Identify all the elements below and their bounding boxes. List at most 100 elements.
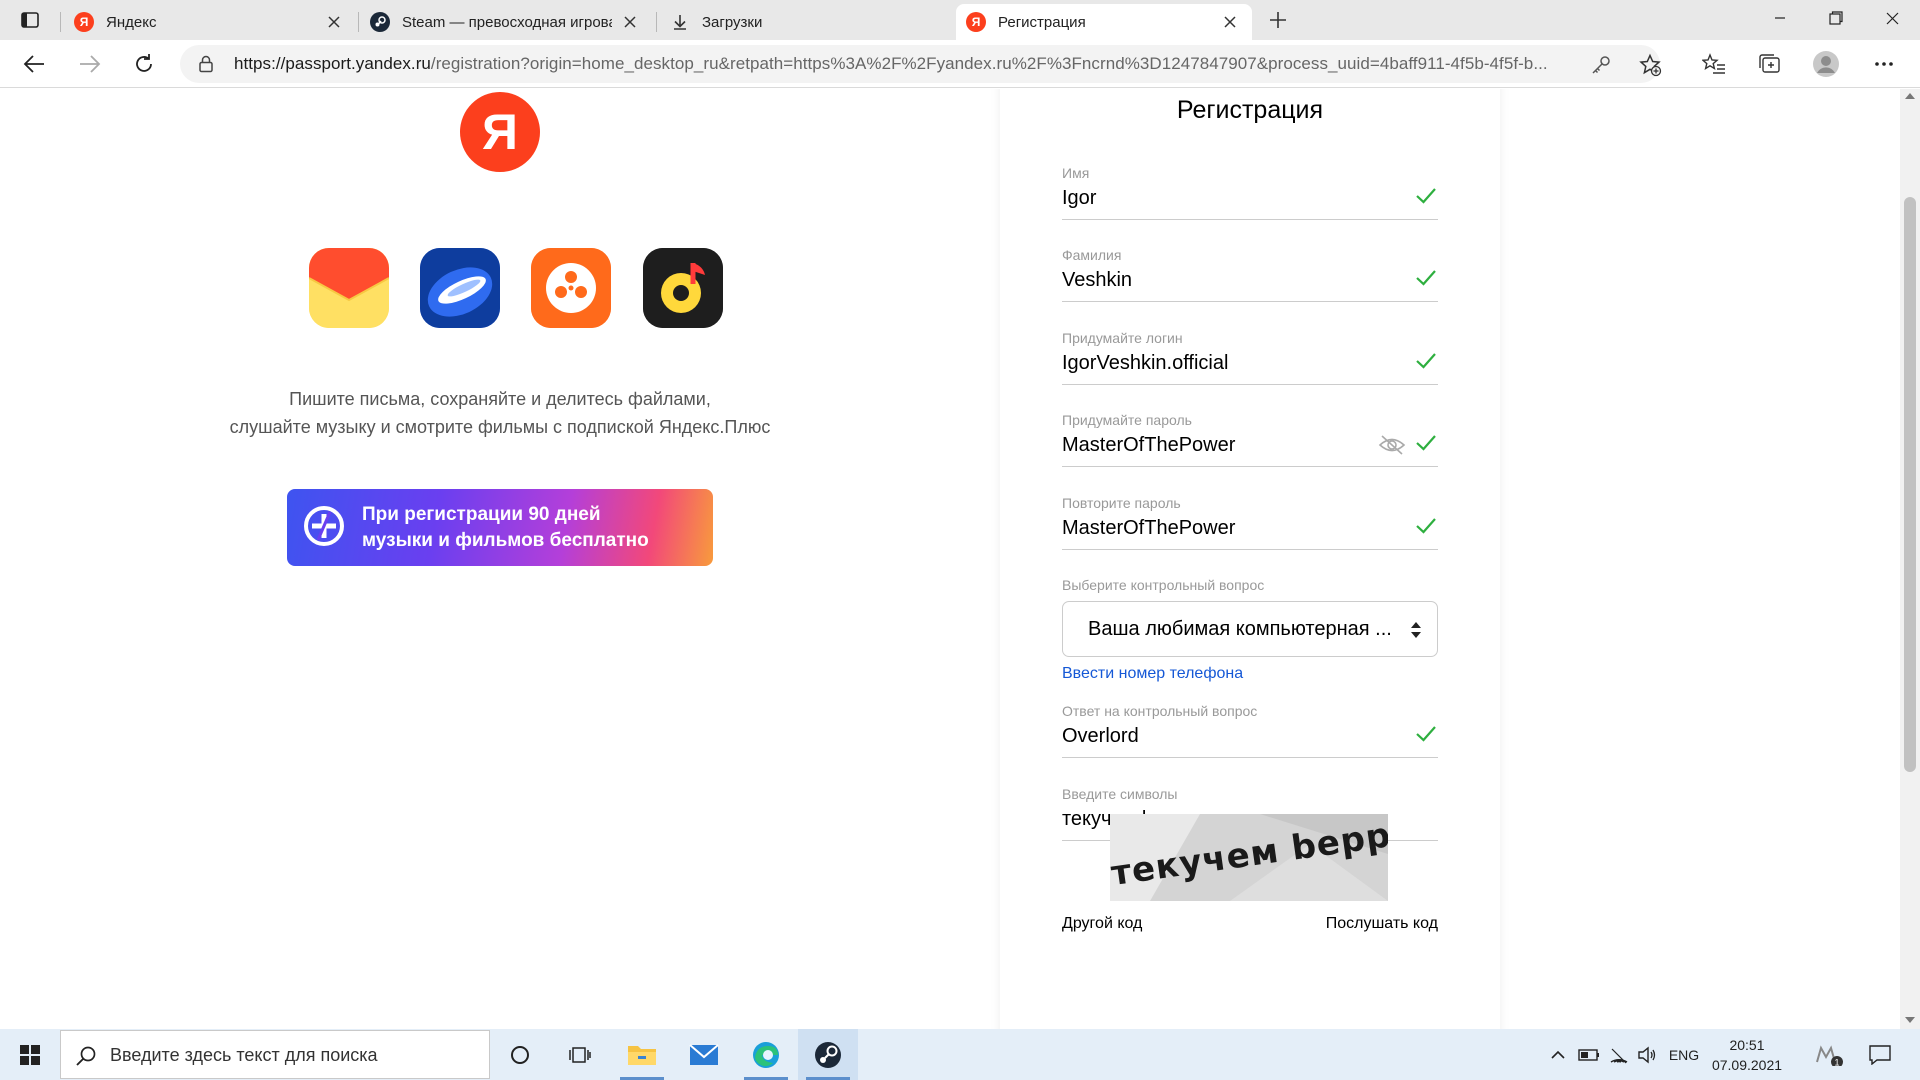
plus-banner-button[interactable]: При регистрации 90 дней музыки и фильмов… bbox=[287, 489, 713, 566]
tab-downloads[interactable]: Загрузки bbox=[660, 4, 952, 40]
scroll-up-icon[interactable] bbox=[1905, 93, 1915, 99]
password-input[interactable]: MasterOfThePower bbox=[1062, 434, 1235, 457]
clock-time: 20:51 bbox=[1729, 1037, 1765, 1053]
mail-button[interactable] bbox=[674, 1029, 734, 1080]
promo-line-1: Пишите письма, сохраняйте и делитесь фай… bbox=[289, 389, 711, 409]
tab-separator bbox=[358, 12, 359, 32]
scroll-thumb[interactable] bbox=[1904, 197, 1916, 772]
address-bar[interactable]: https://passport.yandex.ru/registration?… bbox=[180, 45, 1662, 83]
steam-icon bbox=[370, 12, 390, 32]
valid-check-icon bbox=[1416, 353, 1436, 369]
login-input[interactable]: IgorVeshkin.official bbox=[1062, 352, 1228, 375]
steam-button[interactable] bbox=[798, 1029, 858, 1080]
security-answer-input[interactable]: Overlord bbox=[1062, 725, 1139, 748]
lock-icon[interactable] bbox=[196, 54, 216, 74]
add-favorite-icon[interactable] bbox=[1638, 53, 1662, 77]
cortana-icon bbox=[511, 1045, 529, 1064]
security-question-select[interactable]: Ваша любимая компьютерная ... bbox=[1062, 601, 1438, 657]
close-tab-icon[interactable] bbox=[1218, 10, 1242, 34]
tab-actions-button[interactable] bbox=[8, 6, 52, 34]
windows-icon bbox=[20, 1044, 40, 1065]
notifications-icon bbox=[1869, 1044, 1891, 1065]
profile-button[interactable] bbox=[1808, 48, 1844, 80]
mail-icon bbox=[689, 1043, 719, 1065]
speaker-icon bbox=[1638, 1046, 1656, 1063]
more-icon bbox=[1875, 62, 1893, 66]
password-repeat-input[interactable]: MasterOfThePower bbox=[1062, 517, 1235, 540]
first-name-input[interactable]: Igor bbox=[1062, 187, 1096, 210]
battery-button[interactable] bbox=[1576, 1029, 1602, 1080]
promo-line-2: слушайте музыку и смотрите фильмы с подп… bbox=[229, 417, 771, 437]
tab-steam[interactable]: Steam — превосходная игровая платформа bbox=[360, 4, 652, 40]
other-code-link[interactable]: Другой код bbox=[1062, 915, 1142, 933]
close-window-button[interactable] bbox=[1864, 0, 1920, 36]
url-text[interactable]: https://passport.yandex.ru/registration?… bbox=[234, 54, 1574, 74]
battery-icon bbox=[1578, 1048, 1599, 1061]
taskbar-search[interactable]: Введите здесь текст для поиска bbox=[60, 1030, 490, 1079]
close-tab-icon[interactable] bbox=[322, 10, 346, 34]
search-icon bbox=[76, 1046, 96, 1066]
file-explorer-button[interactable] bbox=[612, 1029, 672, 1080]
page-content: Я Пишите письма, сохраняйте и делитесь ф… bbox=[0, 89, 1900, 1029]
url-host: https://passport.yandex.ru bbox=[234, 54, 431, 73]
key-icon[interactable] bbox=[1590, 54, 1612, 76]
tab-title: Регистрация bbox=[998, 13, 1086, 31]
show-hidden-icons-button[interactable] bbox=[1546, 1029, 1570, 1080]
clock-date: 07.09.2021 bbox=[1711, 1057, 1783, 1073]
language-indicator[interactable]: ENG bbox=[1664, 1029, 1704, 1080]
field-label: Придумайте пароль bbox=[1062, 412, 1192, 428]
last-name-input[interactable]: Veshkin bbox=[1062, 269, 1132, 292]
tab-title: Steam — превосходная игровая платформа bbox=[402, 13, 612, 31]
music-app-icon[interactable] bbox=[643, 248, 723, 328]
mail-app-icon[interactable] bbox=[309, 248, 389, 328]
tab-strip: Я Яндекс Steam — превосходная игровая пл… bbox=[0, 0, 1920, 40]
task-view-button[interactable] bbox=[550, 1029, 610, 1080]
new-tab-button[interactable] bbox=[1262, 6, 1294, 34]
registration-form: Регистрация Имя Igor Фамилия Veshkin При… bbox=[1000, 89, 1500, 1029]
tab-registration[interactable]: Я Регистрация bbox=[956, 4, 1252, 40]
collections-button[interactable] bbox=[1752, 48, 1788, 80]
field-underline bbox=[1062, 301, 1438, 302]
action-center-button[interactable] bbox=[1856, 1029, 1904, 1080]
valid-check-icon bbox=[1416, 435, 1436, 451]
clock[interactable]: 20:51 07.09.2021 bbox=[1702, 1035, 1792, 1075]
page-scrollbar[interactable] bbox=[1900, 89, 1920, 1029]
yandex-logo[interactable]: Я bbox=[460, 92, 540, 172]
forward-button[interactable] bbox=[72, 48, 108, 80]
cortana-button[interactable] bbox=[490, 1029, 550, 1080]
back-button[interactable] bbox=[16, 48, 52, 80]
url-path: /registration?origin=home_desktop_ru&ret… bbox=[430, 54, 1548, 73]
form-title: Регистрация bbox=[1176, 96, 1324, 124]
field-label: Введите символы bbox=[1062, 786, 1178, 802]
tab-yandex[interactable]: Я Яндекс bbox=[64, 4, 356, 40]
hide-password-icon[interactable] bbox=[1378, 433, 1406, 457]
collections-icon bbox=[1759, 54, 1780, 73]
network-button[interactable] bbox=[1606, 1029, 1632, 1080]
restore-button[interactable] bbox=[1808, 0, 1864, 36]
start-button[interactable] bbox=[0, 1029, 60, 1080]
avatar-icon bbox=[1813, 51, 1839, 77]
valid-check-icon bbox=[1416, 518, 1436, 534]
enter-phone-link[interactable]: Ввести номер телефона bbox=[1062, 665, 1243, 683]
meet-now-button[interactable]: 1 bbox=[1808, 1029, 1852, 1080]
volume-button[interactable] bbox=[1634, 1029, 1660, 1080]
reload-button[interactable] bbox=[126, 48, 162, 80]
minimize-button[interactable] bbox=[1752, 0, 1808, 36]
tab-separator bbox=[656, 12, 657, 32]
settings-menu-button[interactable] bbox=[1866, 48, 1902, 80]
kinopoisk-app-icon[interactable] bbox=[531, 248, 611, 328]
disk-app-icon[interactable] bbox=[420, 248, 500, 328]
edge-button[interactable] bbox=[736, 1029, 796, 1080]
scroll-down-icon[interactable] bbox=[1905, 1017, 1915, 1023]
select-arrows-icon bbox=[1411, 622, 1421, 638]
search-placeholder: Введите здесь текст для поиска bbox=[110, 1045, 378, 1065]
favorites-button[interactable] bbox=[1696, 48, 1732, 80]
folder-icon bbox=[628, 1045, 656, 1065]
tab-title: Загрузки bbox=[702, 13, 763, 31]
yandex-icon: Я bbox=[966, 12, 986, 32]
listen-code-link[interactable]: Послушать код bbox=[1326, 915, 1438, 933]
plus-banner-line-1: При регистрации 90 дней bbox=[362, 504, 601, 525]
valid-check-icon bbox=[1416, 270, 1436, 286]
tab-title: Яндекс bbox=[106, 13, 157, 31]
close-tab-icon[interactable] bbox=[618, 10, 642, 34]
